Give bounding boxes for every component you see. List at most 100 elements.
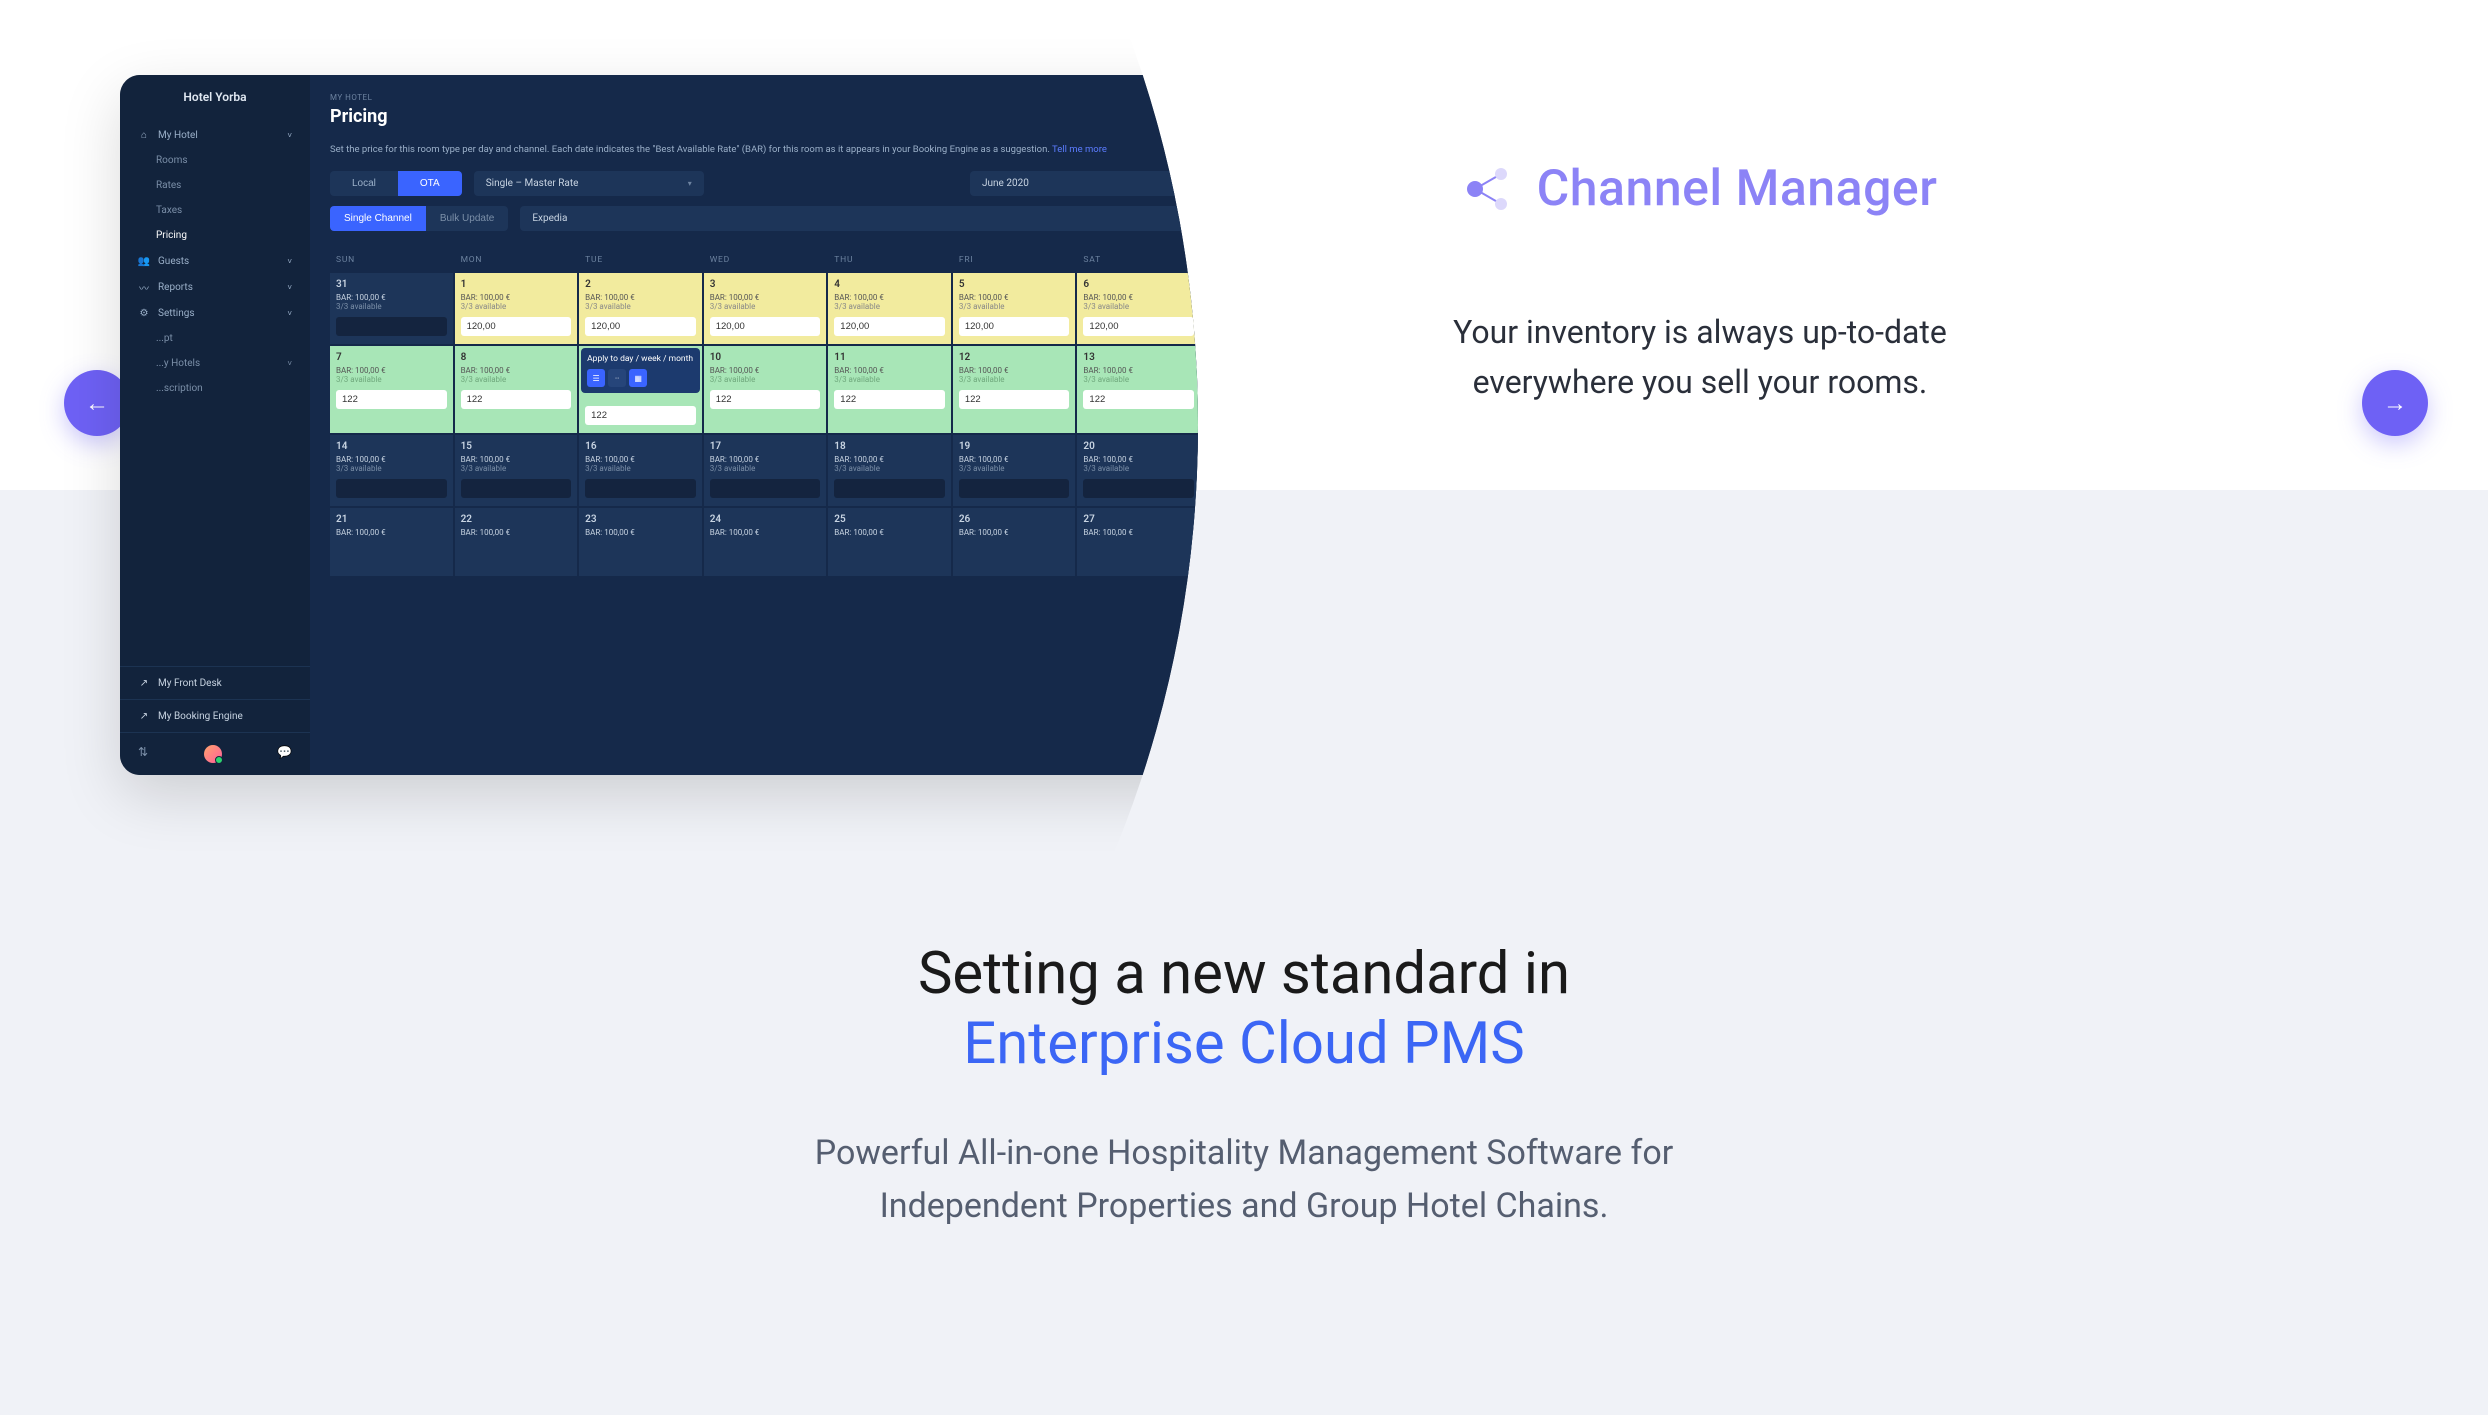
calendar-cell[interactable]: 7BAR: 100,00 €3/3 available — [330, 346, 453, 433]
price-input[interactable] — [461, 317, 572, 336]
calendar-cell[interactable]: 11BAR: 100,00 €3/3 available — [828, 346, 951, 433]
day-number: 8 — [461, 352, 572, 363]
calendar-cell[interactable]: 17BAR: 100,00 €3/3 available — [704, 435, 827, 506]
availability: 3/3 available — [834, 302, 945, 311]
channel-select-value: Expedia — [532, 213, 567, 224]
month-select[interactable]: June 2020 › — [970, 171, 1200, 196]
price-input[interactable] — [336, 317, 447, 336]
price-input[interactable] — [834, 479, 945, 498]
availability: 3/3 available — [461, 464, 572, 473]
calendar-cell[interactable]: 10BAR: 100,00 €3/3 available — [704, 346, 827, 433]
day-number: 5 — [959, 279, 1070, 290]
scope-ota-button[interactable]: OTA — [398, 171, 462, 196]
external-icon: ↗ — [138, 710, 150, 722]
price-input[interactable] — [834, 317, 945, 336]
avatar[interactable] — [204, 745, 222, 763]
calendar-cell[interactable]: 19BAR: 100,00 €3/3 available — [953, 435, 1076, 506]
sort-icon[interactable]: ⇅ — [138, 745, 148, 763]
hero-heading: Setting a new standard in Enterprise Clo… — [0, 940, 2488, 1079]
availability: 3/3 available — [959, 302, 1070, 311]
calendar-cell[interactable]: 16BAR: 100,00 €3/3 available — [579, 435, 702, 506]
price-input[interactable] — [710, 317, 821, 336]
calendar-cell[interactable]: 26BAR: 100,00 € — [953, 508, 1076, 576]
price-input[interactable] — [461, 390, 572, 409]
calendar-cell[interactable]: 3BAR: 100,00 €3/3 available — [704, 273, 827, 344]
price-input[interactable] — [1083, 390, 1194, 409]
sidebar-item-reports[interactable]: 〰Reports˅ — [120, 274, 310, 300]
calendar-cell[interactable]: 12BAR: 100,00 €3/3 available — [953, 346, 1076, 433]
price-input[interactable] — [585, 479, 696, 498]
sidebar-item-label: Rooms — [156, 155, 188, 166]
calendar-cell[interactable]: Apply to day / week / month ☰··▦ — [579, 346, 702, 433]
sidebar-item-scription[interactable]: ...scription — [120, 376, 310, 401]
chat-icon[interactable]: 💬 — [277, 745, 292, 763]
price-input[interactable] — [1083, 479, 1194, 498]
apply-day-button[interactable]: ☰ — [587, 369, 605, 387]
sidebar-item-yhotels[interactable]: ...y Hotels˅ — [120, 351, 310, 376]
sidebar-item-rates[interactable]: Rates — [120, 173, 310, 198]
calendar-cell[interactable]: 31BAR: 100,00 €3/3 available — [330, 273, 453, 344]
day-header: FRI — [953, 247, 1076, 273]
price-input[interactable] — [834, 390, 945, 409]
next-slide-button[interactable]: → — [2362, 370, 2428, 436]
sidebar-front-desk-link[interactable]: ↗ My Front Desk — [120, 666, 310, 699]
sidebar-item-guests[interactable]: 👥Guests˅ — [120, 248, 310, 274]
price-input[interactable] — [1083, 317, 1194, 336]
price-input[interactable] — [959, 390, 1070, 409]
price-input[interactable] — [336, 479, 447, 498]
calendar-cell[interactable]: 4BAR: 100,00 €3/3 available — [828, 273, 951, 344]
sidebar-item-rooms[interactable]: Rooms — [120, 148, 310, 173]
price-input[interactable] — [585, 406, 696, 425]
day-number: 20 — [1083, 441, 1194, 452]
price-input[interactable] — [336, 390, 447, 409]
sidebar-item-pt[interactable]: ...pt — [120, 326, 310, 351]
calendar-cell[interactable]: 25BAR: 100,00 € — [828, 508, 951, 576]
calendar-cell[interactable]: 6BAR: 100,00 €3/3 available — [1077, 273, 1200, 344]
calendar-cell[interactable]: 2BAR: 100,00 €3/3 available — [579, 273, 702, 344]
calendar-cell[interactable]: 8BAR: 100,00 €3/3 available — [455, 346, 578, 433]
apply-week-button[interactable]: ·· — [608, 369, 626, 387]
price-input[interactable] — [959, 479, 1070, 498]
calendar-cell[interactable]: 22BAR: 100,00 € — [455, 508, 578, 576]
sidebar-item-settings[interactable]: ⚙Settings˅ — [120, 300, 310, 326]
day-number: 18 — [834, 441, 945, 452]
price-input[interactable] — [585, 317, 696, 336]
sidebar-booking-engine-link[interactable]: ↗ My Booking Engine — [120, 699, 310, 732]
calendar-cell[interactable]: 15BAR: 100,00 €3/3 available — [455, 435, 578, 506]
calendar-cell[interactable]: 23BAR: 100,00 € — [579, 508, 702, 576]
bar-rate: BAR: 100,00 € — [336, 528, 447, 537]
sidebar-item-taxes[interactable]: Taxes — [120, 198, 310, 223]
price-input[interactable] — [959, 317, 1070, 336]
rate-select-value: Single – Master Rate — [486, 178, 579, 189]
calendar-cell[interactable]: 20BAR: 100,00 €3/3 available — [1077, 435, 1200, 506]
tell-me-more-link[interactable]: Tell me more — [1052, 144, 1107, 155]
calendar-cell[interactable]: 18BAR: 100,00 €3/3 available — [828, 435, 951, 506]
feature-title: Channel Manager — [1537, 160, 1938, 218]
calendar-cell[interactable]: 24BAR: 100,00 € — [704, 508, 827, 576]
calendar-cell[interactable]: 21BAR: 100,00 € — [330, 508, 453, 576]
price-input[interactable] — [461, 479, 572, 498]
calendar-cell[interactable]: 13BAR: 100,00 €3/3 available — [1077, 346, 1200, 433]
calendar-cell[interactable]: 5BAR: 100,00 €3/3 available — [953, 273, 1076, 344]
price-input[interactable] — [710, 479, 821, 498]
apply-popover-label: Apply to day / week / month — [587, 354, 694, 364]
calendar-cell[interactable]: 1BAR: 100,00 €3/3 available — [455, 273, 578, 344]
scope-segment: Local OTA — [330, 171, 462, 196]
single-channel-button[interactable]: Single Channel — [330, 206, 426, 231]
availability: 3/3 available — [461, 302, 572, 311]
availability: 3/3 available — [585, 464, 696, 473]
calendar-cell[interactable]: 27BAR: 100,00 € — [1077, 508, 1200, 576]
sidebar-item-pricing[interactable]: Pricing — [120, 223, 310, 248]
bulk-update-button[interactable]: Bulk Update — [426, 206, 508, 231]
price-input[interactable] — [710, 390, 821, 409]
sidebar-item-myhotel[interactable]: ⌂My Hotel˅ — [120, 122, 310, 148]
channel-select[interactable]: Expedia — [520, 206, 1200, 231]
apply-month-button[interactable]: ▦ — [629, 369, 647, 387]
rate-select[interactable]: Single – Master Rate ▾ — [474, 171, 704, 196]
sidebar-footer: ⇅ 💬 — [120, 732, 310, 775]
day-number: 15 — [461, 441, 572, 452]
arrow-right-icon: → — [2383, 389, 2407, 418]
scope-local-button[interactable]: Local — [330, 171, 398, 196]
breadcrumb: MY HOTEL — [330, 93, 1200, 102]
calendar-cell[interactable]: 14BAR: 100,00 €3/3 available — [330, 435, 453, 506]
